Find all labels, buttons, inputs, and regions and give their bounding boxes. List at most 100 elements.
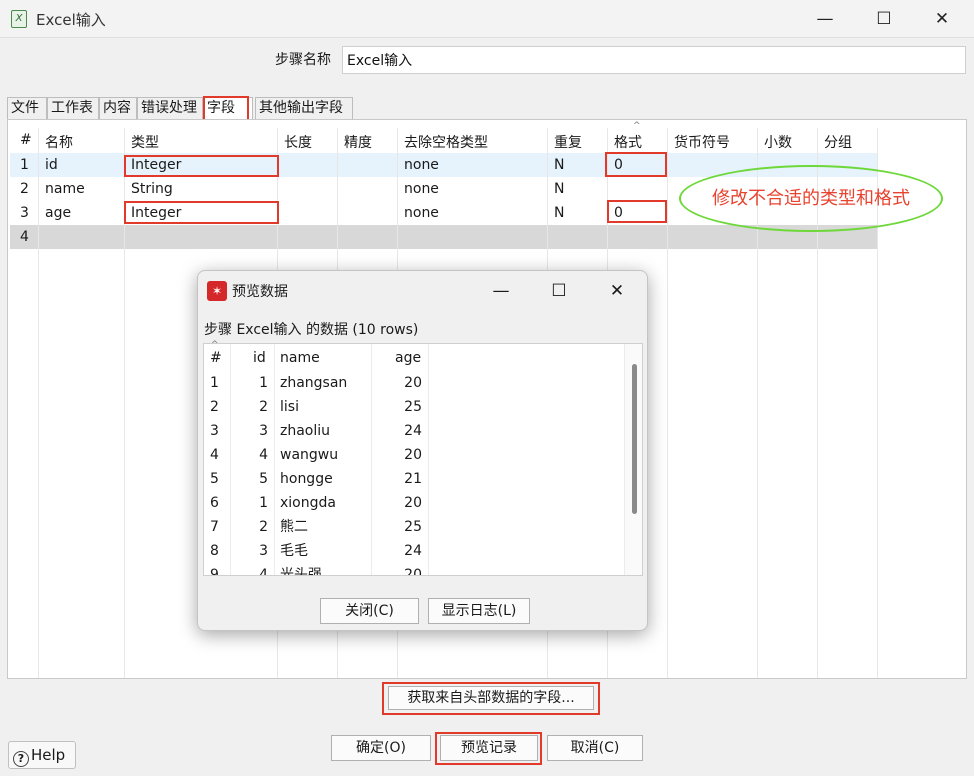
- step-name-input[interactable]: [342, 46, 966, 74]
- preview-col-num[interactable]: #: [210, 350, 222, 366]
- preview-row-num: 2: [210, 399, 219, 415]
- close-button[interactable]: ✕: [922, 4, 962, 34]
- preview-id-cell: 3: [259, 543, 268, 559]
- preview-name-cell: hongge: [280, 471, 333, 487]
- preview-row-num: 1: [210, 375, 219, 391]
- field-type-cell[interactable]: String: [131, 177, 173, 201]
- preview-id-cell: 2: [259, 399, 268, 415]
- preview-age-cell: 24: [404, 543, 422, 559]
- preview-name-cell: wangwu: [280, 447, 339, 463]
- col-header-num[interactable]: #: [20, 132, 32, 148]
- sort-caret-icon: ^: [633, 121, 641, 131]
- preview-age-cell: 20: [404, 495, 422, 511]
- format-highlight-row3: [607, 200, 667, 223]
- preview-name-cell: lisi: [280, 399, 299, 415]
- step-name-label: 步骤名称: [275, 52, 331, 68]
- tab-worksheet[interactable]: 工作表: [47, 97, 99, 119]
- field-trim-cell[interactable]: none: [404, 153, 439, 177]
- row-number: 1: [20, 157, 29, 173]
- field-name-cell[interactable]: name: [45, 177, 85, 201]
- field-repeat-cell[interactable]: N: [554, 201, 564, 225]
- window-title: Excel输入: [36, 11, 106, 29]
- preview-row-num: 5: [210, 471, 219, 487]
- format-highlight-row1: [605, 152, 667, 177]
- help-label: Help: [31, 746, 66, 764]
- preview-dialog: ✶ 预览数据 — ☐ ✕ 步骤 Excel输入 的数据 (10 rows) # …: [197, 270, 648, 631]
- preview-app-icon: ✶: [207, 281, 227, 301]
- preview-row-num: 4: [210, 447, 219, 463]
- tab-fields-highlight: [203, 96, 249, 121]
- preview-scrollbar-thumb[interactable]: [632, 364, 637, 514]
- preview-id-cell: 1: [259, 495, 268, 511]
- field-repeat-cell[interactable]: N: [554, 177, 564, 201]
- dialog-close-text-button[interactable]: 关闭(C): [320, 598, 419, 624]
- preview-age-cell: 21: [404, 471, 422, 487]
- preview-table: # id name age 1 1 zhangsan 20 2 2 lisi 2…: [203, 343, 643, 576]
- col-header-trim-type[interactable]: 去除空格类型: [404, 132, 488, 152]
- preview-age-cell: 25: [404, 399, 422, 415]
- preview-age-cell: 20: [404, 567, 422, 576]
- row-number: 4: [20, 229, 29, 245]
- preview-highlight: [435, 732, 542, 765]
- preview-id-cell: 3: [259, 423, 268, 439]
- preview-row-num: 3: [210, 423, 219, 439]
- help-button[interactable]: ? Help: [8, 741, 76, 769]
- col-header-name[interactable]: 名称: [45, 132, 73, 152]
- maximize-button[interactable]: ☐: [864, 4, 904, 34]
- field-repeat-cell[interactable]: N: [554, 153, 564, 177]
- type-highlight-row1: [124, 155, 279, 177]
- tab-other-output-fields[interactable]: 其他输出字段: [255, 97, 353, 119]
- col-header-type[interactable]: 类型: [131, 132, 159, 152]
- preview-name-cell: zhangsan: [280, 375, 348, 391]
- preview-age-cell: 25: [404, 519, 422, 535]
- tab-content[interactable]: 内容: [99, 97, 137, 119]
- table-row-empty: [10, 225, 878, 249]
- preview-row-num: 6: [210, 495, 219, 511]
- col-header-currency[interactable]: 货币符号: [674, 132, 730, 152]
- dialog-minimize-button[interactable]: —: [483, 277, 519, 305]
- preview-name-cell: xiongda: [280, 495, 336, 511]
- col-header-format[interactable]: 格式: [614, 132, 642, 152]
- cancel-button[interactable]: 取消(C): [547, 735, 643, 761]
- preview-age-cell: 24: [404, 423, 422, 439]
- help-icon: ?: [13, 751, 29, 767]
- preview-col-name[interactable]: name: [280, 350, 320, 366]
- preview-name-cell: 光头强: [280, 567, 322, 576]
- preview-age-cell: 20: [404, 375, 422, 391]
- show-log-button[interactable]: 显示日志(L): [428, 598, 530, 624]
- dialog-close-button[interactable]: ✕: [599, 277, 635, 305]
- preview-scrollbar[interactable]: [624, 344, 642, 575]
- field-name-cell[interactable]: age: [45, 201, 71, 225]
- field-name-cell[interactable]: id: [45, 153, 58, 177]
- field-trim-cell[interactable]: none: [404, 201, 439, 225]
- dialog-subtitle: 步骤 Excel输入 的数据 (10 rows): [204, 322, 419, 338]
- tab-file[interactable]: 文件: [7, 97, 47, 119]
- preview-id-cell: 1: [259, 375, 268, 391]
- preview-name-cell: 毛毛: [280, 543, 308, 559]
- preview-id-cell: 2: [259, 519, 268, 535]
- dialog-maximize-button[interactable]: ☐: [541, 277, 577, 305]
- row-number: 3: [20, 205, 29, 221]
- col-header-precision[interactable]: 精度: [344, 132, 372, 152]
- field-trim-cell[interactable]: none: [404, 177, 439, 201]
- title-bar: X Excel输入 — ☐ ✕: [0, 0, 974, 38]
- dialog-title: 预览数据: [232, 284, 288, 300]
- preview-sort-caret-icon: ^: [211, 340, 219, 350]
- preview-row-num: 9: [210, 567, 219, 576]
- ok-button[interactable]: 确定(O): [331, 735, 431, 761]
- preview-col-age[interactable]: age: [395, 350, 421, 366]
- preview-age-cell: 20: [404, 447, 422, 463]
- col-header-repeat[interactable]: 重复: [554, 132, 582, 152]
- col-header-group[interactable]: 分组: [824, 132, 852, 152]
- preview-row-num: 8: [210, 543, 219, 559]
- col-header-length[interactable]: 长度: [284, 132, 312, 152]
- minimize-button[interactable]: —: [805, 4, 845, 34]
- preview-name-cell: zhaoliu: [280, 423, 331, 439]
- preview-row-num: 7: [210, 519, 219, 535]
- tab-error-handling[interactable]: 错误处理: [137, 97, 203, 119]
- preview-col-id[interactable]: id: [253, 350, 266, 366]
- type-highlight-row3: [124, 201, 279, 224]
- col-header-decimal[interactable]: 小数: [764, 132, 792, 152]
- preview-id-cell: 5: [259, 471, 268, 487]
- row-number: 2: [20, 181, 29, 197]
